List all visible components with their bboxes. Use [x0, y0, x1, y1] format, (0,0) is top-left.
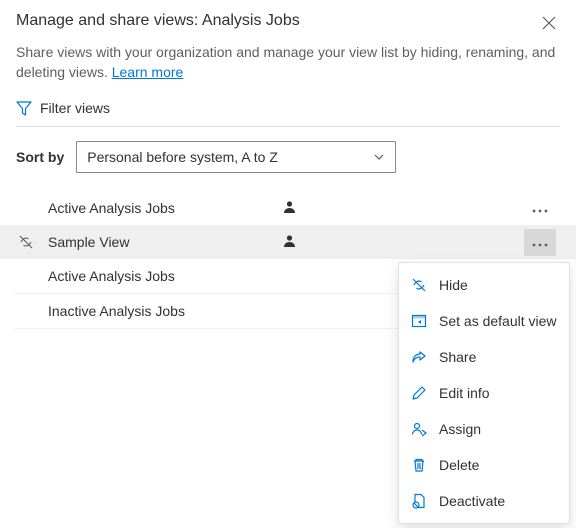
- list-item[interactable]: Sample View: [0, 225, 576, 259]
- menu-item-share[interactable]: Share: [399, 339, 569, 375]
- view-label: Sample View: [38, 234, 277, 250]
- deactivate-icon: [411, 493, 427, 509]
- menu-item-label: Delete: [439, 457, 479, 473]
- menu-item-label: Set as default view: [439, 313, 557, 329]
- panel-description: Share views with your organization and m…: [16, 42, 560, 82]
- close-button[interactable]: [538, 12, 560, 34]
- panel-title: Manage and share views: Analysis Jobs: [16, 12, 300, 30]
- menu-item-edit[interactable]: Edit info: [399, 375, 569, 411]
- filter-views-label: Filter views: [40, 100, 110, 116]
- sort-selected-value: Personal before system, A to Z: [87, 149, 278, 165]
- menu-item-label: Share: [439, 349, 476, 365]
- menu-item-label: Deactivate: [439, 493, 505, 509]
- more-button[interactable]: [524, 195, 556, 222]
- delete-icon: [411, 457, 427, 473]
- menu-item-assign[interactable]: Assign: [399, 411, 569, 447]
- default-view-icon: [411, 313, 427, 329]
- hide-icon: [411, 277, 427, 293]
- filter-views-button[interactable]: Filter views: [16, 100, 560, 126]
- learn-more-link[interactable]: Learn more: [112, 64, 184, 80]
- chevron-down-icon: [373, 151, 385, 163]
- sort-select[interactable]: Personal before system, A to Z: [76, 141, 396, 173]
- filter-icon: [16, 100, 32, 116]
- menu-item-label: Edit info: [439, 385, 490, 401]
- assign-icon: [411, 421, 427, 437]
- menu-item-delete[interactable]: Delete: [399, 447, 569, 483]
- context-menu: Hide Set as default view Share Edit info…: [398, 262, 570, 524]
- more-button[interactable]: [524, 229, 556, 256]
- hidden-icon: [14, 234, 38, 250]
- ellipsis-icon: [532, 243, 548, 247]
- menu-item-label: Hide: [439, 277, 468, 293]
- menu-item-default-view[interactable]: Set as default view: [399, 303, 569, 339]
- close-icon: [542, 16, 556, 30]
- edit-icon: [411, 385, 427, 401]
- menu-item-label: Assign: [439, 421, 481, 437]
- share-icon: [411, 349, 427, 365]
- sort-by-label: Sort by: [16, 149, 64, 165]
- ellipsis-icon: [532, 209, 548, 213]
- menu-item-deactivate[interactable]: Deactivate: [399, 483, 569, 519]
- view-label: Active Analysis Jobs: [38, 200, 277, 216]
- menu-item-hide[interactable]: Hide: [399, 267, 569, 303]
- person-icon: [283, 200, 296, 216]
- description-text: Share views with your organization and m…: [16, 44, 555, 80]
- person-icon: [283, 234, 296, 250]
- list-item[interactable]: Active Analysis Jobs: [0, 191, 576, 225]
